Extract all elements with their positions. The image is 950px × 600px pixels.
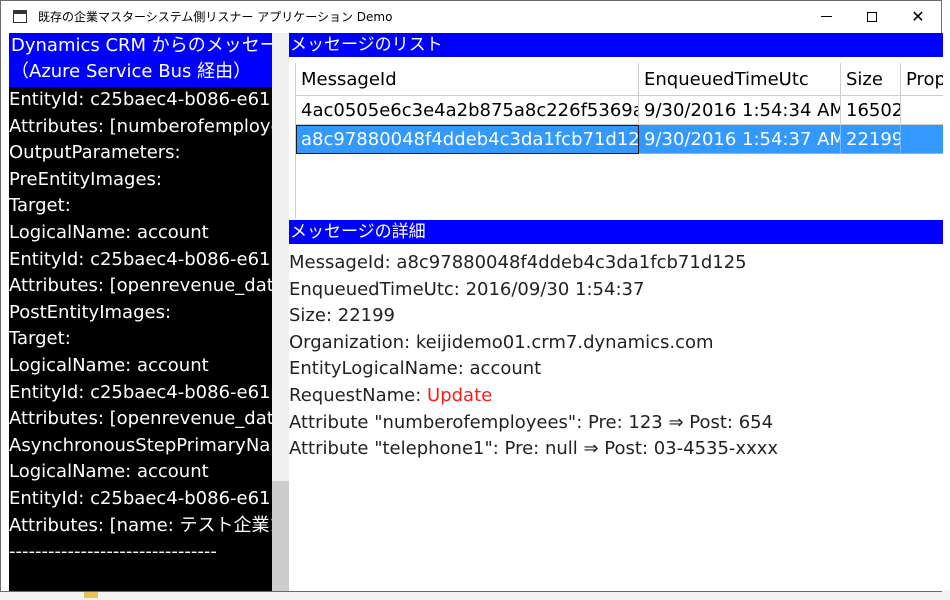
table-row-selected[interactable]: a8c97880048f4ddeb4c3da1fcb71d125 9/30/20… [296,125,943,154]
close-icon: ✕ [911,7,925,26]
cell-prop[interactable] [901,96,943,125]
column-header-prop[interactable]: Prop [901,63,943,96]
cell-prop[interactable] [901,125,943,154]
cell-messageid[interactable]: 4ac0505e6c3e4a2b875a8c226f5369ac [296,96,639,125]
log-line: PostEntityImages: [9,301,172,323]
minimize-button[interactable] [803,1,849,32]
log-line: EntityId: c25baec4-b086-e611 [9,89,272,110]
log-line: Attributes: [openrevenue_date [9,275,272,297]
log-line: Target: [9,328,71,350]
message-list-grid[interactable]: MessageId EnqueuedTimeUtc Size Prop 4ac0… [295,63,943,218]
cell-enqueuedtimeutc[interactable]: 9/30/2016 1:54:37 AM [639,125,841,154]
message-log-header-line1: Dynamics CRM からのメッセージ [11,35,296,56]
column-header-messageid[interactable]: MessageId [296,63,639,96]
cell-messageid[interactable]: a8c97880048f4ddeb4c3da1fcb71d125 [296,125,639,154]
log-line: EntityId: c25baec4-b086-e611 [9,248,272,270]
cell-enqueuedtimeutc[interactable]: 9/30/2016 1:54:34 AM [639,96,841,125]
cell-size[interactable]: 22199 [841,125,901,154]
message-log-pane: Dynamics CRM からのメッセージ （Azure Service Bus… [9,33,296,591]
message-log-header-line2: （Azure Service Bus 経由） [11,61,252,82]
log-line: Attributes: [openrevenue_date [9,408,272,430]
window-title: 既存の企業マスターシステム側リスナー アプリケーション Demo [38,10,393,24]
detail-attribute: Attribute "telephone1": Pre: null ⇒ Post… [289,438,779,460]
maximize-button[interactable] [849,1,895,32]
log-line: Attributes: [numberofemploye [9,115,272,137]
log-line: EntityId: c25baec4-b086-e611 [9,381,272,403]
log-line: LogicalName: account [9,221,209,243]
grid-header-row: MessageId EnqueuedTimeUtc Size Prop [296,63,943,96]
detail-attribute: Attribute "numberofemployees": Pre: 123 … [289,411,774,433]
message-pane: メッセージのリスト MessageId EnqueuedTimeUtc Size… [289,33,943,591]
log-line: Attributes: [name: テスト企業1, [9,514,272,536]
table-row[interactable]: 4ac0505e6c3e4a2b875a8c226f5369ac 9/30/20… [296,96,943,125]
log-line: OutputParameters: [9,142,181,164]
app-window: 既存の企業マスターシステム側リスナー アプリケーション Demo ✕ Dynam… [0,0,943,592]
log-line: EntityId: c25baec4-b086-e611 [9,487,272,509]
message-detail-header: メッセージの詳細 [289,220,943,244]
column-header-enqueuedtimeutc[interactable]: EnqueuedTimeUtc [639,63,841,96]
detail-request-name: RequestName: Update [289,383,943,410]
detail-enqueued-time: EnqueuedTimeUtc: 2016/09/30 1:54:37 [289,278,645,300]
message-log-text[interactable]: EntityId: c25baec4-b086-e611 Attributes:… [9,87,272,591]
title-bar[interactable]: 既存の企業マスターシステム側リスナー アプリケーション Demo ✕ [1,1,941,32]
message-detail-panel: MessageId: a8c97880048f4ddeb4c3da1fcb71d… [289,250,943,463]
message-log-scrollbar[interactable] [272,33,289,591]
detail-organization: Organization: keijidemo01.crm7.dynamics.… [289,331,714,353]
log-line: LogicalName: account [9,354,209,376]
detail-message-id: MessageId: a8c97880048f4ddeb4c3da1fcb71d… [289,252,747,273]
maximize-icon [867,11,877,22]
cell-size[interactable]: 16502 [841,96,901,125]
log-line: Target: [9,195,71,217]
message-list-header: メッセージのリスト [289,33,943,57]
log-line: -------------------------------- [9,541,217,563]
window-app-icon [13,10,27,23]
scrollbar-thumb[interactable] [272,481,289,591]
minimize-icon [820,16,832,17]
detail-request-name-label: RequestName: [289,384,428,406]
close-button[interactable]: ✕ [895,1,941,32]
detail-entity-logical-name: EntityLogicalName: account [289,358,542,380]
detail-size: Size: 22199 [289,305,395,327]
log-line: PreEntityImages: [9,168,162,190]
log-line: AsynchronousStepPrimaryNam [9,434,272,456]
column-header-size[interactable]: Size [841,63,901,96]
log-line: LogicalName: account [9,461,209,483]
detail-request-name-value: Update [427,384,493,406]
message-log-header: Dynamics CRM からのメッセージ （Azure Service Bus… [9,33,296,87]
